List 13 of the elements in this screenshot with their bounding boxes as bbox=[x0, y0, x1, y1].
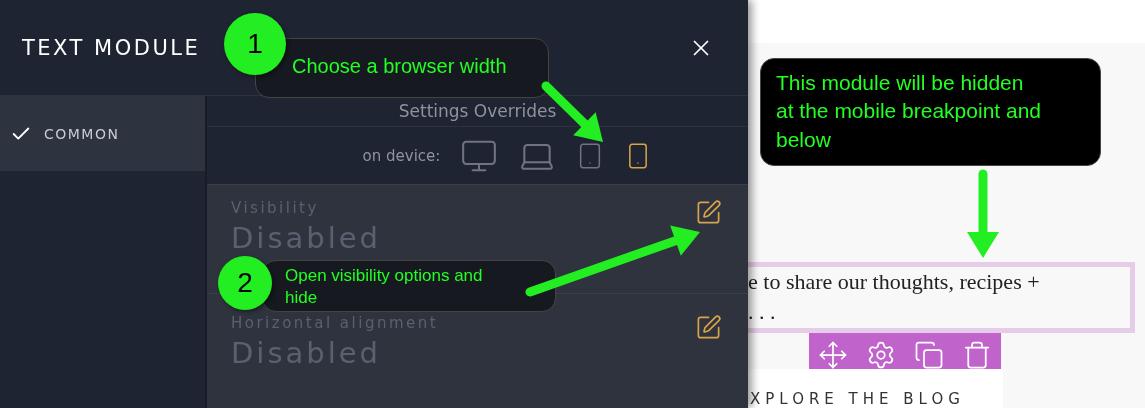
body-text: e to share our thoughts, recipes + bbox=[748, 268, 1041, 296]
device-label: on device: bbox=[362, 146, 441, 165]
move-icon[interactable] bbox=[818, 340, 848, 370]
settings-icon[interactable] bbox=[866, 340, 896, 370]
callout-text: Open visibility options and hide bbox=[262, 260, 556, 312]
sidebar-item[interactable]: COMMON bbox=[0, 96, 205, 171]
body-text: . . . bbox=[748, 298, 777, 326]
blog-heading: XPLORE THE BLOG bbox=[749, 390, 965, 408]
callout-text: This module will be hidden at the mobile breakpoint and below bbox=[760, 58, 1101, 166]
trash-icon[interactable] bbox=[962, 340, 992, 370]
panel-title: TEXT MODULE bbox=[22, 35, 201, 60]
copy-icon[interactable] bbox=[914, 340, 944, 370]
text-module[interactable]: e to share our thoughts, recipes + . . . bbox=[748, 262, 1135, 333]
